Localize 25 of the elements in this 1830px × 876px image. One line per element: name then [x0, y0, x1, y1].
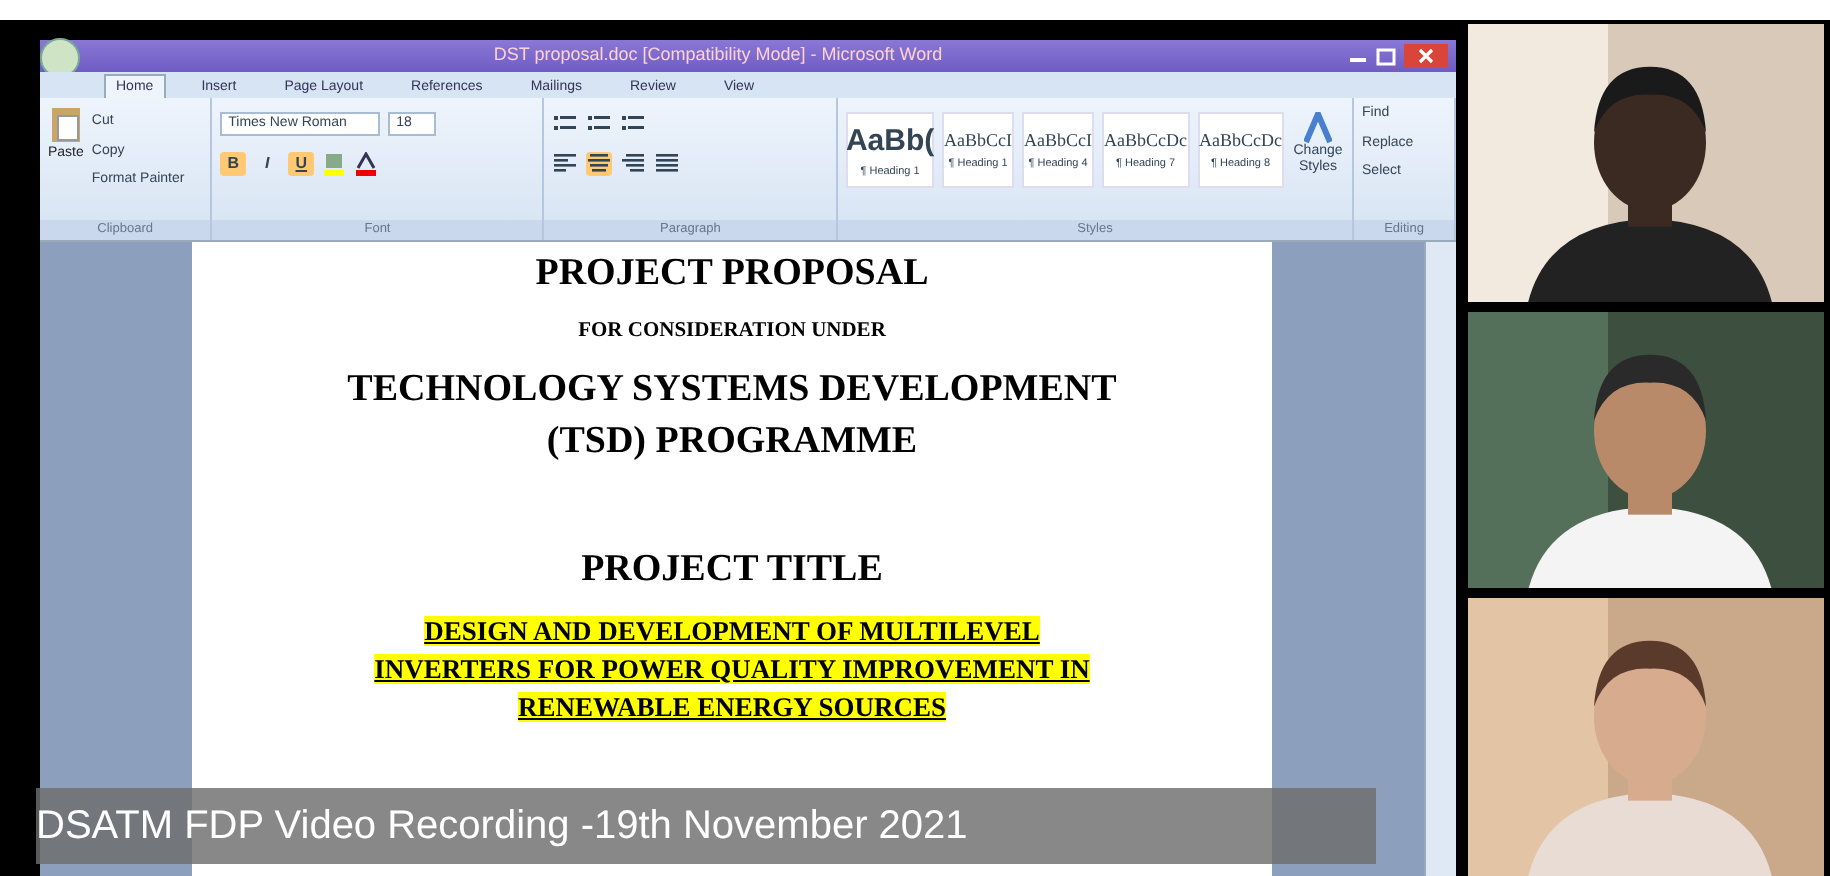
document-text: FOR CONSIDERATION UNDER [576, 318, 888, 346]
align-center-button[interactable] [586, 152, 613, 176]
format-button[interactable]: I [254, 152, 281, 176]
highlighted-text: DESIGN AND DEVELOPMENT OF MULTILEVEL [424, 616, 1040, 646]
font-color-icon[interactable] [354, 152, 379, 177]
styles-icon[interactable] [1304, 112, 1333, 144]
caption: DSATM FDP Video Recording -19th November 2021 [36, 802, 968, 852]
close-icon[interactable] [1404, 44, 1448, 68]
document-text: PROJECT TITLE [579, 546, 885, 594]
format-button[interactable]: B [220, 152, 247, 176]
document-text: PROJECT PROPOSAL [533, 250, 931, 298]
align-right-button[interactable] [620, 152, 647, 176]
list-icon[interactable] [620, 112, 647, 136]
format-button[interactable]: U [288, 152, 315, 176]
list-icon[interactable] [552, 112, 579, 136]
list-icon[interactable] [586, 112, 613, 136]
highlighted-text: RENEWABLE ENERGY SOURCES [517, 692, 947, 722]
document-text: TECHNOLOGY SYSTEMS DEVELOPMENT [345, 366, 1119, 414]
document-text: (TSD) PROGRAMME [544, 418, 920, 466]
window-title: DST proposal.doc [Compatibility Mode] - Microsoft Word [491, 42, 945, 69]
scroll-bar[interactable] [1424, 242, 1456, 876]
align-justify-button[interactable] [654, 152, 681, 176]
align-left-button[interactable] [552, 152, 579, 176]
maximize-icon[interactable] [1376, 47, 1396, 65]
highlighted-text: INVERTERS FOR POWER QUALITY IMPROVEMENT IN [374, 654, 1090, 684]
